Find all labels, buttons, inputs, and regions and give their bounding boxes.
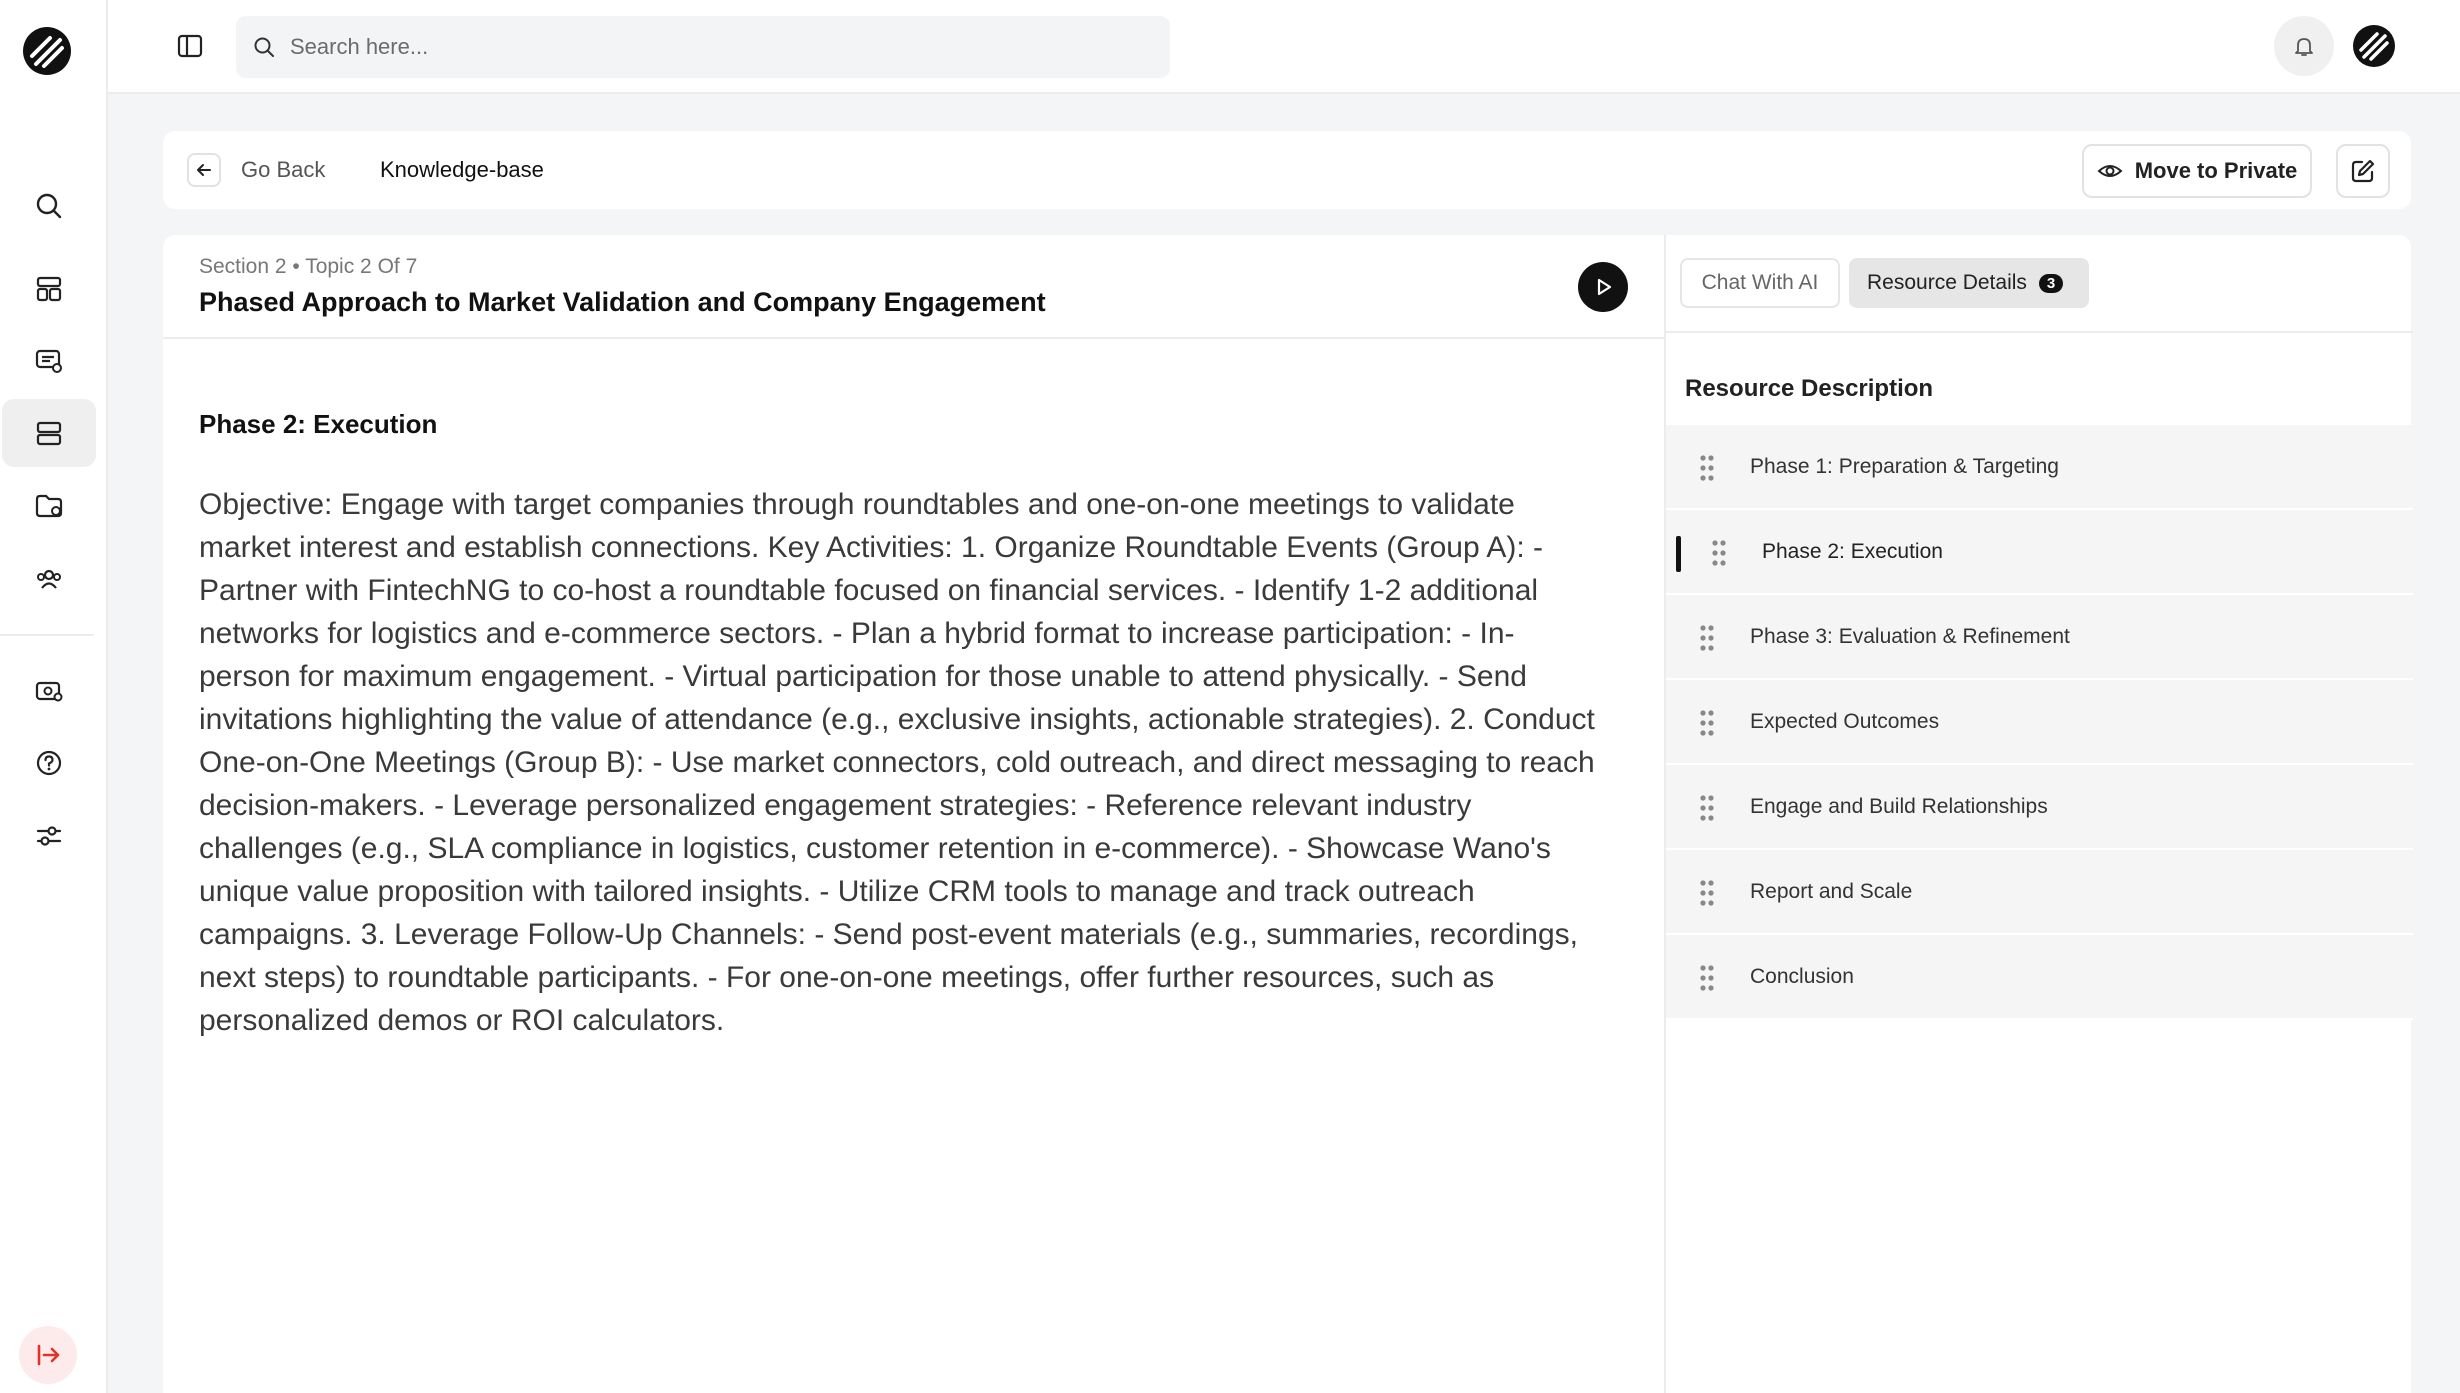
- play-button[interactable]: [1578, 262, 1628, 312]
- move-to-private-label: Move to Private: [2134, 158, 2298, 183]
- page-title: Phased Approach to Market Validation and…: [199, 287, 1046, 317]
- list-item-label: Engage and Build Relationships: [1750, 794, 2048, 818]
- search-input[interactable]: [290, 34, 1150, 60]
- list-item-active[interactable]: Phase 2: Execution: [1666, 510, 2413, 595]
- sidebar-item-team[interactable]: [2, 545, 96, 613]
- drag-handle-icon[interactable]: [1712, 539, 1726, 567]
- list-item[interactable]: Report and Scale: [1666, 850, 2413, 935]
- drag-handle-icon[interactable]: [1700, 624, 1714, 652]
- sidebar-divider: [0, 634, 94, 636]
- content-heading: Phase 2: Execution: [199, 409, 438, 439]
- drag-handle-icon[interactable]: [1700, 879, 1714, 907]
- go-back-button[interactable]: [187, 153, 221, 187]
- list-item-label: Phase 2: Execution: [1762, 539, 1943, 563]
- breadcrumb: Go Back Knowledge-base Move to Private: [163, 131, 2411, 209]
- logout-button[interactable]: [19, 1326, 77, 1384]
- sidebar-item-billing[interactable]: [2, 657, 96, 725]
- list-item[interactable]: Phase 3: Evaluation & Refinement: [1666, 595, 2413, 680]
- content-header: Section 2 • Topic 2 Of 7 Phased Approach…: [163, 235, 1664, 339]
- search-icon: [36, 193, 62, 219]
- go-back-link[interactable]: Go Back: [241, 157, 325, 183]
- billing-icon: [35, 681, 63, 702]
- drag-handle-icon[interactable]: [1700, 964, 1714, 992]
- sidebar-item-folders[interactable]: [2, 472, 96, 540]
- sidebar: [0, 0, 108, 1393]
- resource-description-title: Resource Description: [1685, 375, 1934, 402]
- resource-panel: Chat With AI Resource Details 3 Resource…: [1664, 235, 2413, 1393]
- play-icon: [1597, 278, 1612, 296]
- team-icon: [37, 569, 61, 589]
- content-card: Section 2 • Topic 2 Of 7 Phased Approach…: [163, 235, 1664, 1393]
- settings-sliders-icon: [36, 826, 62, 846]
- list-item[interactable]: Phase 1: Preparation & Targeting: [1666, 425, 2413, 510]
- breadcrumb-current: Knowledge-base: [380, 157, 544, 182]
- chat-list-icon: [35, 349, 62, 373]
- sidebar-toggle-icon[interactable]: [176, 32, 204, 60]
- sidebar-item-dashboard[interactable]: [2, 255, 96, 323]
- list-item-label: Report and Scale: [1750, 879, 1913, 903]
- move-to-private-button[interactable]: Move to Private: [2082, 144, 2312, 198]
- sidebar-item-chats[interactable]: [2, 327, 96, 395]
- resource-list: Phase 1: Preparation & Targeting Phase 2…: [1666, 425, 2413, 1020]
- tab-resource-details[interactable]: Resource Details 3: [1849, 258, 2089, 308]
- folder-icon: [35, 494, 63, 518]
- edit-button[interactable]: [2336, 144, 2390, 198]
- notifications-button[interactable]: [2274, 16, 2334, 76]
- list-item-label: Conclusion: [1750, 964, 1854, 988]
- list-item[interactable]: Expected Outcomes: [1666, 680, 2413, 765]
- dashboard-icon: [36, 276, 62, 302]
- logout-icon: [37, 1344, 60, 1366]
- panel-tabs: Chat With AI Resource Details 3: [1666, 235, 2413, 333]
- sidebar-item-help[interactable]: [2, 729, 96, 797]
- search-icon: [254, 37, 274, 57]
- tab-label: Resource Details: [1867, 271, 2027, 294]
- avatar[interactable]: [2352, 24, 2396, 68]
- count-badge: 3: [2038, 273, 2064, 293]
- tab-label: Chat With AI: [1701, 271, 1819, 294]
- logo[interactable]: [22, 26, 72, 76]
- top-bar: [108, 0, 2460, 94]
- sidebar-item-knowledge-base[interactable]: [2, 399, 96, 467]
- section-meta: Section 2 • Topic 2 Of 7: [199, 255, 418, 278]
- drag-handle-icon[interactable]: [1700, 454, 1714, 482]
- list-item[interactable]: Engage and Build Relationships: [1666, 765, 2413, 850]
- list-item[interactable]: Conclusion: [1666, 935, 2413, 1020]
- bell-icon: [2295, 38, 2313, 56]
- sidebar-item-search[interactable]: [2, 172, 96, 240]
- active-indicator: [1676, 536, 1681, 572]
- drag-handle-icon[interactable]: [1700, 709, 1714, 737]
- help-icon: [36, 750, 62, 776]
- search-bar[interactable]: [236, 16, 1170, 78]
- arrow-left-icon: [197, 164, 211, 176]
- sidebar-item-settings[interactable]: [2, 802, 96, 870]
- tab-chat-with-ai[interactable]: Chat With AI: [1680, 258, 1840, 308]
- drag-handle-icon[interactable]: [1700, 794, 1714, 822]
- list-item-label: Expected Outcomes: [1750, 709, 1940, 733]
- list-item-label: Phase 1: Preparation & Targeting: [1750, 454, 2059, 478]
- eye-icon: [2097, 165, 2123, 177]
- knowledge-base-icon: [36, 421, 62, 446]
- content-body: Objective: Engage with target companies …: [199, 488, 1595, 1037]
- edit-icon: [2351, 159, 2375, 183]
- list-item-label: Phase 3: Evaluation & Refinement: [1750, 624, 2070, 648]
